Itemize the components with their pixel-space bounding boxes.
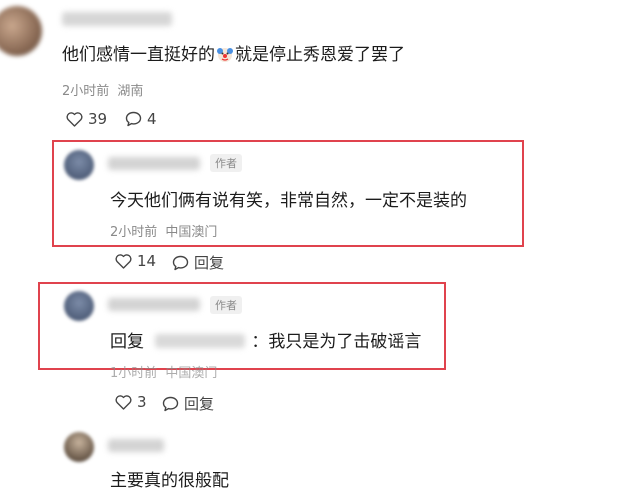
- heart-icon: [115, 394, 132, 410]
- avatar[interactable]: [64, 150, 94, 180]
- reply-time: 2小时前: [110, 225, 158, 240]
- reply-button[interactable]: 回复: [162, 393, 214, 414]
- author-badge: 作者: [210, 296, 242, 314]
- like-count: 39: [88, 110, 108, 128]
- avatar[interactable]: [64, 291, 94, 321]
- reply-text: 回复 ：我只是为了击破谣言: [110, 327, 421, 352]
- mentioned-user-redacted[interactable]: [155, 334, 246, 348]
- username-redacted[interactable]: [108, 298, 200, 311]
- reply-button[interactable]: 回复: [172, 252, 224, 273]
- speech-bubble-icon: [162, 396, 179, 411]
- reply-location: 中国澳门: [165, 225, 218, 240]
- like-button[interactable]: 39: [66, 110, 107, 128]
- comment-time: 2小时前: [62, 84, 110, 99]
- username-redacted[interactable]: [62, 12, 172, 26]
- comment-count-button[interactable]: 4: [125, 110, 157, 128]
- reply-label: 回复: [194, 254, 225, 272]
- reply-prefix: 回复: [110, 332, 144, 352]
- comment-text-part: 他们感情一直挺好的: [62, 45, 215, 65]
- like-count: 14: [137, 252, 157, 270]
- reply-location: 中国澳门: [165, 366, 218, 381]
- comment-text: 他们感情一直挺好的 就是停止秀恩爱了罢了: [62, 40, 405, 68]
- reply-count: 4: [147, 110, 157, 128]
- reply-label: 回复: [184, 395, 215, 413]
- username-redacted[interactable]: [108, 439, 164, 452]
- avatar[interactable]: [0, 6, 42, 56]
- like-button[interactable]: 3: [115, 393, 147, 411]
- reply-meta: 1小时前 中国澳门: [110, 362, 217, 381]
- clown-face-icon: [216, 45, 234, 68]
- reply-meta: 2小时前 中国澳门: [110, 221, 217, 240]
- avatar[interactable]: [64, 432, 94, 462]
- heart-icon: [66, 111, 83, 127]
- reply-text: 主要真的很般配: [110, 471, 229, 491]
- speech-bubble-icon: [125, 111, 142, 127]
- like-count: 3: [137, 393, 147, 411]
- reply-text: 今天他们俩有说有笑，非常自然，一定不是装的: [110, 191, 467, 211]
- reply-body: ：我只是为了击破谣言: [251, 332, 422, 352]
- author-badge: 作者: [210, 154, 242, 172]
- comment-text-part: 就是停止秀恩爱了罢了: [235, 45, 405, 65]
- username-redacted[interactable]: [108, 157, 200, 170]
- speech-bubble-icon: [172, 255, 189, 270]
- reply-time: 1小时前: [110, 366, 158, 381]
- comment-meta: 2小时前 湖南: [62, 80, 143, 99]
- comment-location: 湖南: [117, 84, 144, 99]
- heart-icon: [115, 253, 132, 269]
- highlight-box: [38, 282, 446, 370]
- like-button[interactable]: 14: [115, 252, 156, 270]
